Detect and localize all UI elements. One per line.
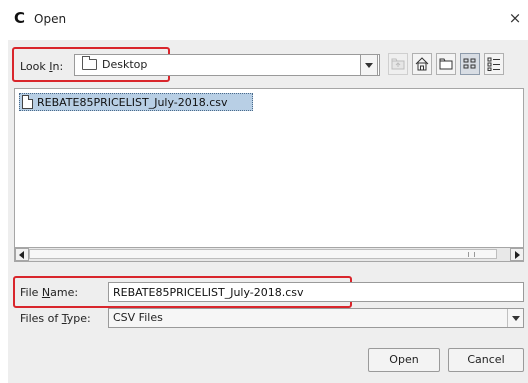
chevron-down-icon: [512, 316, 520, 321]
details-view-icon: [487, 57, 500, 71]
window-title: Open: [34, 12, 67, 26]
files-of-type-label: Files of Type:: [20, 312, 91, 325]
up-one-level-button[interactable]: [388, 53, 408, 75]
file-list[interactable]: REBATE85PRICELIST_July-2018.csv: [14, 88, 524, 248]
horizontal-scrollbar[interactable]: [14, 248, 524, 262]
look-in-value: Desktop: [102, 58, 148, 71]
look-in-label: Look In:: [20, 60, 64, 73]
new-folder-button[interactable]: [436, 53, 456, 75]
home-icon: [415, 57, 429, 71]
folder-icon: [82, 56, 97, 70]
open-button[interactable]: Open: [368, 348, 440, 372]
file-name-input[interactable]: [108, 282, 524, 302]
list-view-icon: [463, 58, 476, 69]
file-name-label: File Name:: [20, 286, 79, 299]
chevron-right-icon: [515, 251, 520, 259]
scroll-right-button[interactable]: [510, 248, 524, 261]
look-in-combo[interactable]: Desktop: [74, 54, 380, 76]
dialog-body: Look In: Desktop REBATE85PRICELIST_July-…: [8, 40, 528, 383]
up-one-level-icon: [391, 58, 405, 70]
file-item-name: REBATE85PRICELIST_July-2018.csv: [37, 96, 228, 109]
files-of-type-dropdown-button[interactable]: [507, 309, 523, 327]
grip-icon: [468, 252, 475, 257]
look-in-dropdown-button[interactable]: [360, 54, 378, 76]
cancel-button[interactable]: Cancel: [448, 348, 524, 372]
details-view-button[interactable]: [484, 53, 504, 75]
list-view-button[interactable]: [460, 53, 480, 75]
new-folder-icon: [439, 58, 453, 70]
home-button[interactable]: [412, 53, 432, 75]
title-bar: C Open ×: [0, 0, 528, 40]
app-icon: C: [14, 9, 26, 27]
scrollbar-thumb[interactable]: [29, 249, 497, 259]
close-icon[interactable]: ×: [506, 9, 524, 29]
files-of-type-select[interactable]: CSV Files: [108, 308, 524, 328]
files-of-type-value: CSV Files: [113, 311, 163, 324]
chevron-down-icon: [365, 63, 373, 68]
chevron-left-icon: [19, 251, 24, 259]
list-item[interactable]: REBATE85PRICELIST_July-2018.csv: [19, 93, 253, 111]
scroll-left-button[interactable]: [15, 248, 29, 261]
file-icon: [22, 95, 33, 109]
